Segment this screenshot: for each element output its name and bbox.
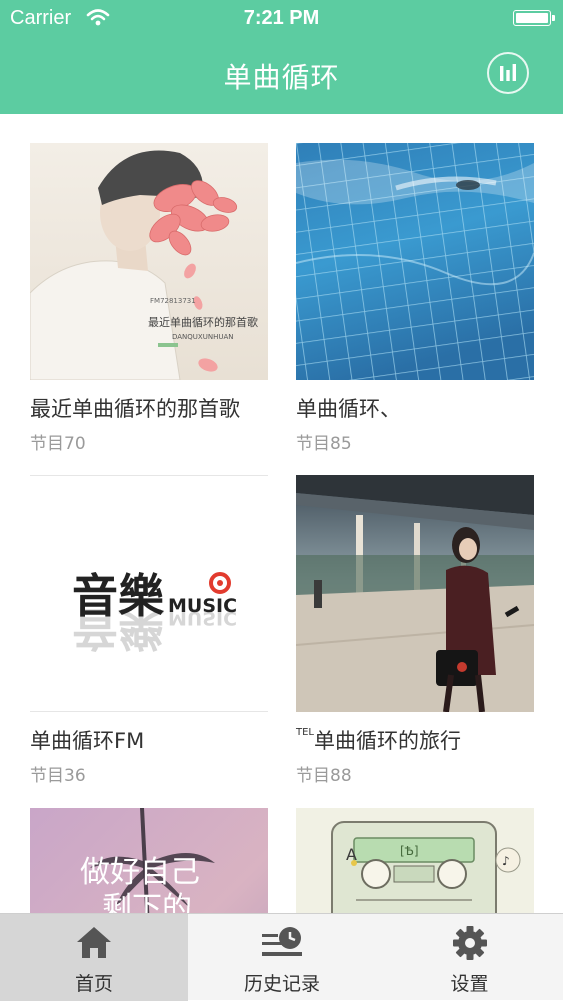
playlist-cover: FM72813731 最近单曲循环的那首歌 DANQUXUNHUAN [30,143,268,380]
playlist-cover [296,143,534,380]
gear-icon [452,926,487,960]
tab-label: 首页 [74,973,113,995]
tab-bar: 首页 历史记录 设置 [0,913,563,1001]
playlist-title: 单曲循环、 [296,397,401,421]
svg-text:♪: ♪ [502,854,510,868]
battery-icon [513,10,555,26]
now-playing-button[interactable] [487,52,529,94]
tab-label: 设置 [450,973,489,995]
status-bar: Carrier 7:21 PM [0,0,563,38]
cover-text-line1: 做好自己 [80,855,200,890]
playlist-title-text: 单曲循环的旅行 [314,729,461,753]
playlist-title: 单曲循环FM [30,729,145,753]
playlist-cover: 做好自己 剩下的 [30,808,268,914]
playlist-title: 最近单曲循环的那首歌 [30,397,240,421]
page-title: 单曲循环 [223,61,340,94]
svg-text:MUSIC: MUSIC [168,607,237,629]
history-clock-icon [262,927,302,956]
playlist-cover: 音樂 MUSIC 音樂 MUSIC [30,475,268,712]
playlist-card[interactable]: 单曲循环、 节目85 [296,143,534,454]
cover-subcaption: DANQUXUNHUAN [172,333,234,341]
status-time: 7:21 PM [243,7,320,29]
playlist-title: TEL单曲循环的旅行 [296,725,534,755]
playlist-count: 节目85 [296,434,352,454]
tab-home[interactable]: 首页 [0,914,188,1001]
title-prefix: TEL [296,727,314,738]
playlist-count: 节目70 [30,434,86,454]
tab-label: 历史记录 [243,973,320,995]
cover-text-line2: 剩下的 [102,891,192,914]
cover-caption: 最近单曲循环的那首歌 [148,315,258,329]
playlist-count: 节目36 [30,766,86,786]
svg-text:音樂: 音樂 [72,601,165,655]
tab-settings[interactable]: 设置 [376,914,563,1001]
playlist-cover: [Ѣ] A ♪ [296,808,534,914]
svg-text:[Ѣ]: [Ѣ] [400,844,419,858]
playlist-card[interactable]: 做好自己 剩下的 [30,808,268,914]
playlist-card[interactable]: TEL单曲循环的旅行 节目88 [296,475,534,786]
equalizer-bars-icon [500,64,516,81]
playlist-grid: FM72813731 最近单曲循环的那首歌 DANQUXUNHUAN 最近单曲循… [0,114,563,914]
playlist-cover [296,475,534,712]
tab-history[interactable]: 历史记录 [188,914,376,1001]
svg-text:FM72813731: FM72813731 [150,297,196,305]
playlist-card[interactable]: FM72813731 最近单曲循环的那首歌 DANQUXUNHUAN 最近单曲循… [30,143,268,454]
home-icon [77,927,111,958]
playlist-card[interactable]: 音樂 MUSIC 音樂 MUSIC 单曲循环FM 节目36 [30,475,268,786]
playlist-count: 节目88 [296,766,352,786]
playlist-card[interactable]: [Ѣ] A ♪ [296,808,534,914]
top-bar: Carrier 7:21 PM 单曲循环 [0,0,563,114]
